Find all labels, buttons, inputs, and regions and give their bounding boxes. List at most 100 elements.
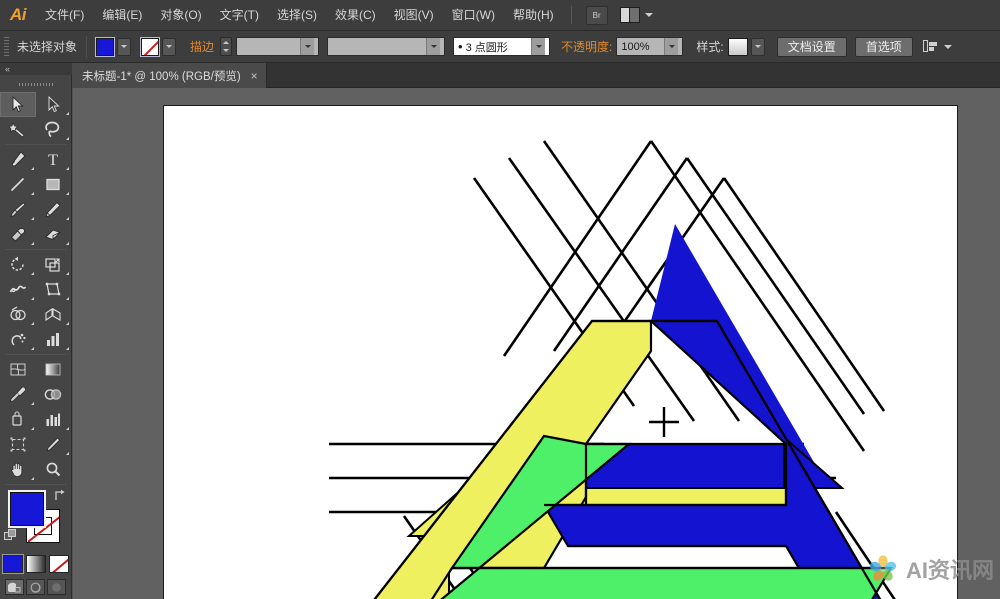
document-setup-button[interactable]: 文档设置	[777, 37, 847, 57]
tools-panel: «	[0, 75, 72, 599]
fill-swatch[interactable]	[96, 38, 114, 56]
swap-fill-stroke-icon[interactable]	[54, 489, 67, 502]
tool-symbol-sprayer[interactable]	[0, 327, 36, 352]
artboard[interactable]	[163, 105, 958, 599]
menu-select[interactable]: 选择(S)	[268, 0, 326, 31]
default-fill-stroke-icon[interactable]	[4, 529, 17, 542]
tool-hand[interactable]	[0, 457, 36, 482]
tool-pen[interactable]	[0, 147, 36, 172]
tool-gradient[interactable]	[36, 357, 72, 382]
paint-mode-gradient[interactable]	[26, 555, 46, 573]
arrange-documents-button[interactable]	[620, 7, 653, 23]
selection-arrow-icon	[10, 96, 26, 113]
menu-bar: Ai 文件(F) 编辑(E) 对象(O) 文字(T) 选择(S) 效果(C) 视…	[0, 0, 1000, 31]
fill-color-swatch[interactable]	[10, 492, 44, 526]
stroke-dropdown-button[interactable]	[162, 38, 176, 56]
tool-width[interactable]	[0, 277, 36, 302]
draw-mode-normal[interactable]	[5, 579, 24, 595]
opacity-label[interactable]: 不透明度:	[561, 38, 612, 55]
tool-free-transform[interactable]	[36, 277, 72, 302]
tools-panel-grip[interactable]	[19, 78, 53, 90]
stroke-profile-input[interactable]: • 3 点圆形	[453, 37, 550, 56]
tool-flyout-indicator	[66, 322, 69, 325]
penrose-triangle-artwork[interactable]	[164, 106, 959, 599]
paint-mode-color[interactable]	[3, 555, 23, 573]
stroke-swatch[interactable]	[141, 38, 159, 56]
opacity-dropdown-button[interactable]	[664, 38, 678, 55]
paint-mode-none[interactable]	[49, 555, 69, 573]
style-swatch-group[interactable]	[728, 38, 765, 56]
tool-slice[interactable]	[36, 432, 72, 457]
document-tab[interactable]: 未标题-1* @ 100% (RGB/预览) ×	[72, 63, 267, 88]
bridge-icon[interactable]: Br	[586, 6, 608, 25]
paint-modes-group	[0, 555, 71, 573]
tool-type[interactable]: T	[36, 147, 72, 172]
crosshair-cursor	[649, 407, 679, 437]
menu-type[interactable]: 文字(T)	[211, 0, 268, 31]
style-dropdown-button[interactable]	[751, 38, 765, 56]
draw-mode-inside[interactable]	[47, 579, 66, 595]
rectangle-icon	[44, 176, 62, 193]
tool-direct-selection[interactable]	[36, 92, 72, 117]
tool-live-paint[interactable]	[0, 407, 36, 432]
align-options-button[interactable]	[923, 40, 952, 53]
opacity-input[interactable]: 100%	[616, 37, 683, 56]
tool-perspective-grid[interactable]	[36, 302, 72, 327]
tools-divider-2	[5, 249, 66, 250]
menu-edit[interactable]: 编辑(E)	[93, 0, 151, 31]
stroke-profile-dropdown-button[interactable]	[531, 38, 545, 55]
rotate-icon	[9, 256, 27, 273]
tool-scale[interactable]	[36, 252, 72, 277]
control-bar: 未选择对象 描边 • 3 点圆形	[0, 31, 1000, 63]
tool-mesh[interactable]	[0, 357, 36, 382]
tool-flyout-indicator	[66, 167, 69, 170]
stroke-swatch-group[interactable]	[141, 38, 176, 56]
menu-file[interactable]: 文件(F)	[36, 0, 93, 31]
menu-object[interactable]: 对象(O)	[151, 0, 210, 31]
tool-selection[interactable]	[0, 92, 36, 117]
tool-column-graph[interactable]	[36, 327, 72, 352]
tool-shape-builder[interactable]	[0, 302, 36, 327]
stroke-weight-label[interactable]: 描边	[190, 38, 214, 55]
control-bar-grip[interactable]	[4, 37, 9, 57]
tool-eyedropper[interactable]	[0, 382, 36, 407]
tool-paintbrush[interactable]	[0, 197, 36, 222]
style-swatch[interactable]	[728, 38, 748, 56]
stroke-weight-input[interactable]	[236, 37, 319, 56]
tools-panel-collapse-button[interactable]: «	[0, 63, 72, 75]
tool-artboard[interactable]	[0, 432, 36, 457]
perspective-grid-icon	[44, 306, 62, 323]
tool-rotate[interactable]	[0, 252, 36, 277]
canvas-workspace[interactable]	[73, 88, 1000, 599]
stroke-weight-dropdown-button[interactable]	[300, 38, 314, 55]
tool-magic-wand[interactable]	[0, 117, 36, 142]
preferences-button[interactable]: 首选项	[855, 37, 913, 57]
type-icon: T	[45, 151, 61, 168]
menu-window[interactable]: 窗口(W)	[443, 0, 504, 31]
close-icon[interactable]: ×	[251, 69, 258, 83]
tool-lasso[interactable]	[36, 117, 72, 142]
fill-dropdown-button[interactable]	[117, 38, 131, 56]
stroke-weight-stepper[interactable]	[220, 37, 232, 56]
opacity-value: 100%	[621, 41, 649, 53]
brush-definition-input[interactable]	[327, 37, 445, 56]
tool-rectangle[interactable]	[36, 172, 72, 197]
fill-swatch-group[interactable]	[96, 38, 131, 56]
magic-wand-icon	[9, 121, 27, 138]
tool-pencil[interactable]	[36, 197, 72, 222]
draw-mode-behind[interactable]	[26, 579, 45, 595]
menu-effect[interactable]: 效果(C)	[326, 0, 385, 31]
tool-graph[interactable]	[36, 407, 72, 432]
tool-eraser[interactable]	[36, 222, 72, 247]
menu-help[interactable]: 帮助(H)	[504, 0, 563, 31]
tool-line-segment[interactable]	[0, 172, 36, 197]
width-icon	[9, 281, 27, 298]
menu-view[interactable]: 视图(V)	[385, 0, 443, 31]
blend-icon	[44, 386, 62, 403]
tool-zoom[interactable]	[36, 457, 72, 482]
tools-divider-4	[5, 484, 66, 485]
tool-blend[interactable]	[36, 382, 72, 407]
brush-definition-dropdown-button[interactable]	[426, 38, 440, 55]
tool-blob-brush[interactable]	[0, 222, 36, 247]
tools-grid-1	[0, 92, 71, 142]
